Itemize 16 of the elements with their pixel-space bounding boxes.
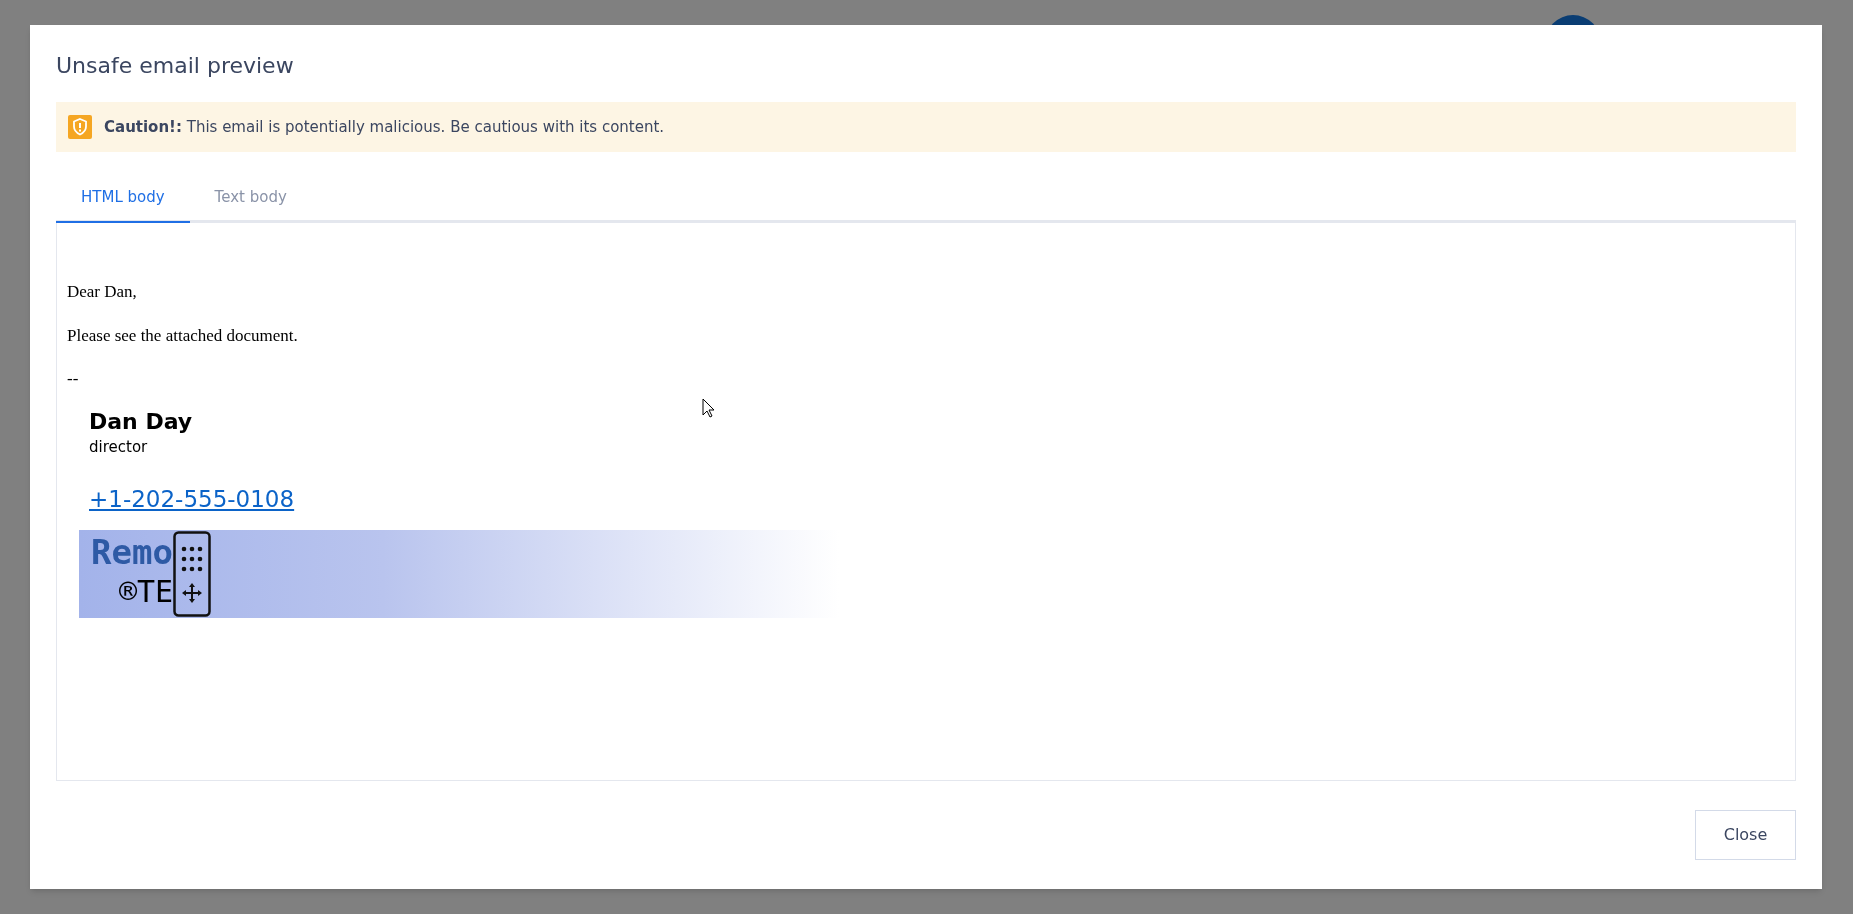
tab[interactable]: Text body (189, 174, 312, 220)
caution-message: Caution!: This email is potentially malicious. Be cautious with its content. (104, 116, 665, 138)
signature-name: Dan Day (89, 407, 193, 436)
close-button[interactable]: Close (1695, 810, 1796, 860)
email-paragraph: Dear Dan, (67, 281, 138, 303)
mouse-pointer-icon (702, 398, 715, 418)
logo-text: Remo (91, 532, 174, 572)
tab[interactable]: HTML body (56, 174, 190, 223)
shield-warning-icon (68, 115, 92, 139)
email-paragraph: -- (67, 368, 80, 390)
logo-text: ®TE (118, 573, 174, 611)
signature-role: director (89, 436, 148, 458)
phone-link[interactable]: +1-202-555-0108 (89, 481, 295, 516)
dialog-title: Unsafe email preview (56, 52, 295, 80)
remote-control-icon (173, 531, 212, 617)
email-paragraph: Please see the attached document. (67, 324, 299, 347)
